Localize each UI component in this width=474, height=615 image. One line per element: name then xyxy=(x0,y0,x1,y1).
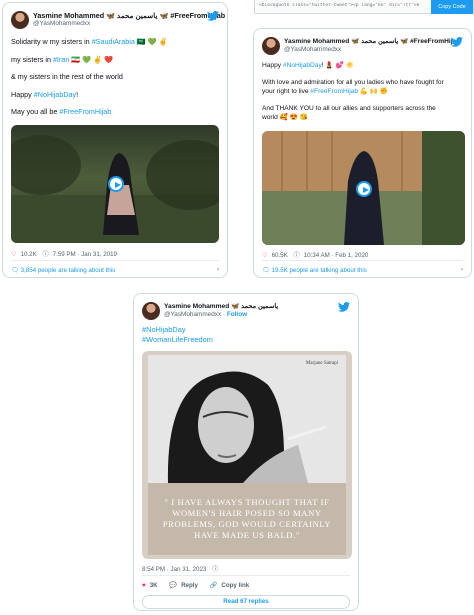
talking-about-link[interactable]: 🗨 3,854 people are talking about this › xyxy=(11,266,219,274)
reply-button[interactable]: Reply xyxy=(181,582,198,589)
avatar[interactable] xyxy=(262,37,280,55)
comment-icon: 🗨 xyxy=(11,267,19,274)
author-name[interactable]: Yasmine Mohammed 🦋 یاسمین محمد 🦋 #FreeFr… xyxy=(284,37,460,45)
like-icon[interactable]: ♡ xyxy=(262,252,268,259)
tweet-line: With love and admiration for all you lad… xyxy=(262,79,444,86)
divider xyxy=(262,260,463,261)
hashtag-link[interactable]: #NoHijabDay xyxy=(34,90,76,99)
hashtag-link[interactable]: #WomanLifeFreedom xyxy=(142,335,350,345)
embed-code-bar: <blockquote class="twitter-tweet"><p lan… xyxy=(254,0,474,14)
hashtag-link[interactable]: #Iran xyxy=(53,55,69,64)
twitter-bird-icon[interactable] xyxy=(451,37,463,47)
follow-button[interactable]: Follow xyxy=(227,311,247,318)
tweet-line: Happy #NoHijabDay! xyxy=(11,89,79,99)
tweet-line: Solidarity w my sisters in #SaudiArabia … xyxy=(11,37,168,46)
chevron-right-icon: › xyxy=(460,266,463,273)
tweet-timestamp[interactable]: 10:34 AM · Feb 1, 2020 xyxy=(304,252,369,259)
tweet-header: Yasmine Mohammed 🦋 یاسمین محمد 🦋 #FreeFr… xyxy=(11,9,225,31)
reply-icon[interactable]: 💬 xyxy=(169,582,177,589)
tweet-line: And THANK YOU to all our allies and supp… xyxy=(262,105,436,112)
author-handle[interactable]: @YasMohammedxx xyxy=(284,46,341,53)
tweet-line: & my sisters in the rest of the world xyxy=(11,72,123,81)
twitter-bird-icon[interactable] xyxy=(338,302,350,312)
tweet-meta: ♡ 60.5K ⓘ 10:34 AM · Feb 1, 2020 xyxy=(262,250,463,259)
like-icon[interactable]: ♥ xyxy=(142,582,146,589)
author-name[interactable]: Yasmine Mohammed 🦋 یاسمین محمد xyxy=(164,302,278,310)
tweet-card-2020: Yasmine Mohammed 🦋 یاسمین محمد 🦋 #FreeFr… xyxy=(253,28,472,278)
tweet-image[interactable]: Marjane Satrapi " I HAVE ALWAYS THOUGHT … xyxy=(142,351,352,559)
avatar[interactable] xyxy=(142,302,160,320)
twitter-bird-icon[interactable] xyxy=(207,11,219,21)
tweet-line: my sisters in #Iran 🇮🇷 💚 ✌️ ❤️ xyxy=(11,54,114,64)
tweet-header: Yasmine Mohammed 🦋 یاسمین محمد @YasMoham… xyxy=(142,300,350,322)
talking-about-link[interactable]: 🗨 19.5K people are talking about this › xyxy=(262,266,463,274)
quote-text: " I HAVE ALWAYS THOUGHT THAT IF WOMEN'S … xyxy=(162,497,332,540)
link-icon[interactable]: 🔗 xyxy=(210,582,218,589)
photo-caption: Marjane Satrapi xyxy=(305,361,338,366)
play-button-icon[interactable] xyxy=(356,181,372,197)
portrait-photo xyxy=(148,355,346,483)
tweet-video[interactable] xyxy=(262,131,465,245)
tweet-header: Yasmine Mohammed 🦋 یاسمین محمد 🦋 #FreeFr… xyxy=(262,35,463,57)
info-icon[interactable]: ⓘ xyxy=(42,251,48,258)
tweet-video[interactable] xyxy=(11,125,219,243)
divider xyxy=(11,260,219,261)
tweet-card-2019: Yasmine Mohammed 🦋 یاسمین محمد 🦋 #FreeFr… xyxy=(2,2,228,278)
hashtag-link[interactable]: #SaudiArabia xyxy=(92,37,135,46)
author-handle[interactable]: @YasMohammedxx xyxy=(33,20,90,27)
like-icon[interactable]: ♡ xyxy=(11,251,17,258)
tweet-timestamp-row: 8:54 PM · Jan 31, 2023 ⓘ xyxy=(142,564,350,573)
tweet-card-2023: Yasmine Mohammed 🦋 یاسمین محمد @YasMoham… xyxy=(133,293,359,611)
author-handle: @YasMohammedxx · Follow xyxy=(164,311,248,318)
tweet-text: #NoHijabDay #WomanLifeFreedom xyxy=(142,325,350,345)
info-icon[interactable]: ⓘ xyxy=(212,566,218,573)
like-count[interactable]: 10.2K xyxy=(21,251,37,258)
comment-icon: 🗨 xyxy=(262,267,270,274)
hashtag-link[interactable]: #FreeFromHijab xyxy=(310,88,358,95)
talking-about-text: 19.5K people are talking about this xyxy=(271,267,367,274)
tweet-line: May you all be #FreeFromHijab xyxy=(11,107,112,116)
hashtag-link[interactable]: #NoHijabDay xyxy=(142,325,350,335)
quote-card: Marjane Satrapi " I HAVE ALWAYS THOUGHT … xyxy=(148,355,346,555)
chevron-right-icon: › xyxy=(216,266,219,273)
tweet-timestamp[interactable]: 7:59 PM · Jan 31, 2019 xyxy=(53,251,117,258)
embed-code-text[interactable]: <blockquote class="twitter-tweet"><p lan… xyxy=(259,3,419,8)
tweet-line: world 🥰 😍 😘 xyxy=(262,114,308,121)
copy-code-button[interactable]: Copy Code xyxy=(431,0,473,14)
tweet-actions: ♥ 3K 💬 Reply 🔗 Copy link xyxy=(142,581,350,589)
avatar[interactable] xyxy=(11,11,29,29)
like-count[interactable]: 3K xyxy=(150,582,158,589)
divider xyxy=(142,575,350,576)
copy-link-button[interactable]: Copy link xyxy=(221,582,249,589)
play-button-icon[interactable] xyxy=(108,176,124,192)
tweet-text: Happy #NoHijabDay! 💄 💕 ☀️ With love and … xyxy=(262,61,463,130)
tweet-line: Happy #NoHijabDay! 💄 💕 ☀️ xyxy=(262,62,354,69)
read-replies-button[interactable]: Read 67 replies xyxy=(142,595,350,609)
like-count[interactable]: 60.5K xyxy=(272,252,288,259)
author-name[interactable]: Yasmine Mohammed 🦋 یاسمین محمد 🦋 #FreeFr… xyxy=(33,11,225,20)
tweet-line: your right to live #FreeFromHijab 💪 🙌 ✊ xyxy=(262,88,389,95)
tweet-text: Solidarity w my sisters in #SaudiArabia … xyxy=(11,37,219,125)
tweet-meta: ♡ 10.2K ⓘ 7:59 PM · Jan 31, 2019 xyxy=(11,249,219,258)
info-icon[interactable]: ⓘ xyxy=(293,252,299,259)
tweet-timestamp[interactable]: 8:54 PM · Jan 31, 2023 xyxy=(142,566,206,573)
talking-about-text: 3,854 people are talking about this xyxy=(20,267,116,274)
hashtag-link[interactable]: #NoHijabDay xyxy=(283,62,322,69)
hashtag-link[interactable]: #FreeFromHijab xyxy=(59,107,111,116)
